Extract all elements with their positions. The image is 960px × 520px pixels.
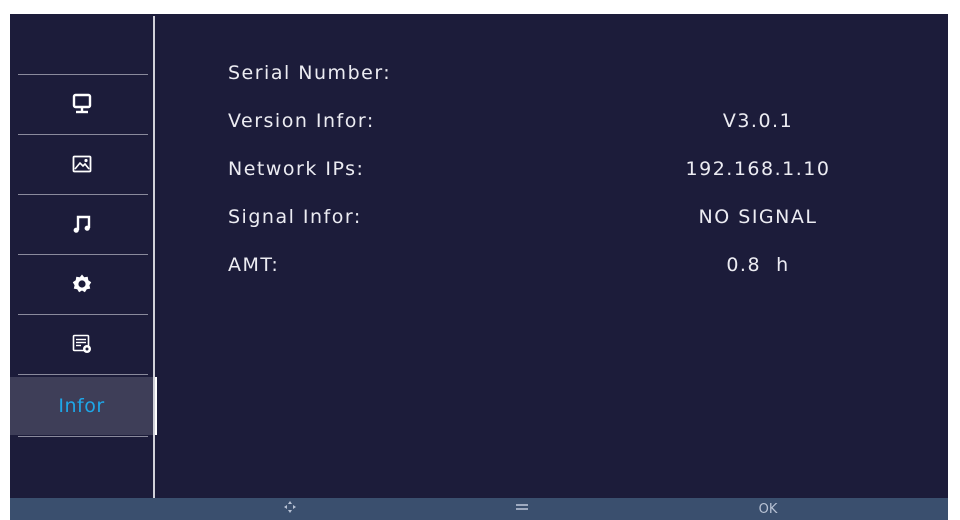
sidebar-item-infor[interactable]: Infor: [10, 377, 157, 435]
sidebar-item-display[interactable]: [10, 75, 153, 133]
sidebar-item-sound[interactable]: [10, 195, 153, 253]
info-row-amt: AMT: 0.8 h: [228, 254, 918, 290]
menu-lines-icon: [515, 501, 529, 517]
info-label: Version Infor:: [228, 110, 375, 132]
info-label: Serial Number:: [228, 62, 392, 84]
info-row-serial-number: Serial Number:: [228, 62, 918, 98]
sidebar-divider-vertical: [153, 16, 155, 498]
info-label: Signal Infor:: [228, 206, 362, 228]
sidebar-divider: [18, 436, 148, 437]
music-note-icon: [71, 213, 93, 235]
monitor-icon: [71, 93, 93, 115]
sidebar-item-picture[interactable]: [10, 135, 153, 193]
sidebar-item-label: Infor: [58, 395, 105, 417]
info-value: 0.8 h: [726, 254, 790, 276]
settings-panel: Infor Serial Number: Version Infor: V3.0…: [10, 14, 948, 520]
info-label: AMT:: [228, 254, 280, 276]
info-row-signal: Signal Infor: NO SIGNAL: [228, 206, 918, 242]
sidebar: Infor: [10, 14, 157, 498]
arrows-icon: [283, 500, 297, 518]
sidebar-divider: [18, 374, 148, 375]
info-value: 192.168.1.10: [685, 158, 831, 180]
navigate-hint: [276, 498, 304, 520]
ok-label: OK: [758, 501, 778, 517]
picture-icon: [71, 153, 93, 175]
gear-icon: [71, 273, 93, 295]
info-value: V3.0.1: [722, 110, 794, 132]
menu-hint: [508, 498, 536, 520]
info-value: NO SIGNAL: [698, 206, 818, 228]
info-row-network-ips: Network IPs: 192.168.1.10: [228, 158, 918, 194]
ok-hint: OK: [748, 498, 788, 520]
sidebar-item-settings[interactable]: [10, 255, 153, 313]
sidebar-item-advanced[interactable]: [10, 315, 153, 373]
settings-document-icon: [71, 333, 93, 355]
info-row-version: Version Infor: V3.0.1: [228, 110, 918, 146]
bottom-hint-bar: OK: [10, 498, 948, 520]
info-label: Network IPs:: [228, 158, 365, 180]
